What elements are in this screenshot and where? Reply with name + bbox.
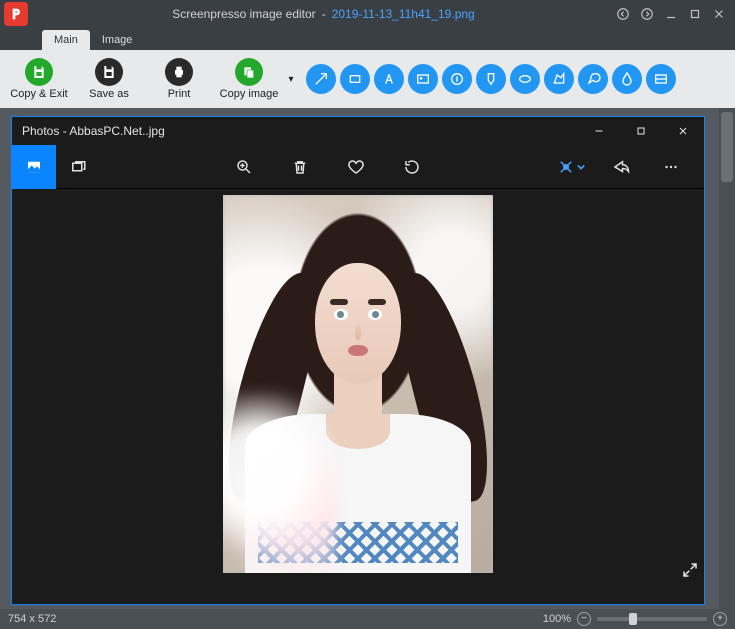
vertical-scrollbar[interactable] (719, 108, 735, 609)
view-collection-button[interactable] (56, 145, 100, 189)
fullscreen-button[interactable] (679, 559, 701, 581)
zoom-slider[interactable] (597, 617, 707, 621)
ribbon-tabs: Main Image (0, 28, 735, 50)
app-name: Screenpresso image editor (172, 7, 315, 21)
title-text: Screenpresso image editor - 2019-11-13_1… (32, 7, 615, 21)
save-as-label: Save as (89, 88, 129, 100)
file-name: 2019-11-13_11h41_19.png (332, 7, 475, 21)
callout-tool[interactable] (578, 64, 608, 94)
favorite-button[interactable] (341, 152, 371, 182)
rect-tool[interactable] (340, 64, 370, 94)
zoom-control: 100% − + (543, 612, 727, 626)
window-controls (615, 6, 735, 22)
save-icon (25, 58, 53, 86)
zoom-button[interactable] (229, 152, 259, 182)
text-tool[interactable] (374, 64, 404, 94)
save-as-button[interactable]: Save as (76, 52, 142, 106)
number-tool[interactable] (442, 64, 472, 94)
rotate-button[interactable] (397, 152, 427, 182)
polygon-tool[interactable] (544, 64, 574, 94)
image-tool[interactable] (408, 64, 438, 94)
highlight-tool[interactable] (476, 64, 506, 94)
photos-maximize-button[interactable] (620, 117, 662, 145)
arrow-tool[interactable] (306, 64, 336, 94)
blur-tool[interactable] (612, 64, 642, 94)
canvas-dimensions: 754 x 572 (8, 613, 56, 625)
app-logo (4, 2, 28, 26)
zoom-percent: 100% (543, 613, 571, 625)
print-button[interactable]: Print (146, 52, 212, 106)
photos-window-controls (578, 117, 704, 145)
delete-button[interactable] (285, 152, 315, 182)
copy-image-button[interactable]: Copy image (216, 52, 282, 106)
ribbon: Copy & Exit Save as Print Copy image ▾ (0, 50, 735, 108)
photos-window: Photos - AbbasPC.Net..jpg (11, 116, 705, 605)
print-icon (165, 58, 193, 86)
magnify-tool[interactable] (646, 64, 676, 94)
title-separator: - (322, 7, 326, 21)
copy-image-label: Copy image (220, 88, 279, 100)
more-button[interactable] (656, 152, 686, 182)
zoom-out-button[interactable]: − (577, 612, 591, 626)
photos-close-button[interactable] (662, 117, 704, 145)
photos-canvas[interactable] (12, 189, 704, 604)
print-label: Print (168, 88, 191, 100)
nav-back-button[interactable] (615, 6, 631, 22)
copy-icon (235, 58, 263, 86)
ribbon-dropdown[interactable]: ▾ (286, 74, 296, 85)
photos-title: Photos - AbbasPC.Net..jpg (12, 124, 578, 138)
nav-forward-button[interactable] (639, 6, 655, 22)
close-button[interactable] (711, 6, 727, 22)
copy-and-exit-button[interactable]: Copy & Exit (6, 52, 72, 106)
edit-button[interactable] (556, 152, 586, 182)
zoom-in-button[interactable]: + (713, 612, 727, 626)
statusbar: 754 x 572 100% − + (0, 609, 735, 629)
tab-image[interactable]: Image (90, 30, 145, 50)
share-button[interactable] (606, 152, 636, 182)
workspace: Photos - AbbasPC.Net..jpg (0, 108, 735, 609)
view-photo-button[interactable] (12, 145, 56, 189)
copy-and-exit-label: Copy & Exit (10, 88, 67, 100)
photos-minimize-button[interactable] (578, 117, 620, 145)
photo-content (223, 195, 493, 573)
titlebar: Screenpresso image editor - 2019-11-13_1… (0, 0, 735, 28)
ellipse-tool[interactable] (510, 64, 540, 94)
photos-toolbar (12, 145, 704, 189)
drawing-tools (306, 64, 676, 94)
minimize-button[interactable] (663, 6, 679, 22)
tab-main[interactable]: Main (42, 30, 90, 50)
photos-titlebar: Photos - AbbasPC.Net..jpg (12, 117, 704, 145)
maximize-button[interactable] (687, 6, 703, 22)
save-as-icon (95, 58, 123, 86)
